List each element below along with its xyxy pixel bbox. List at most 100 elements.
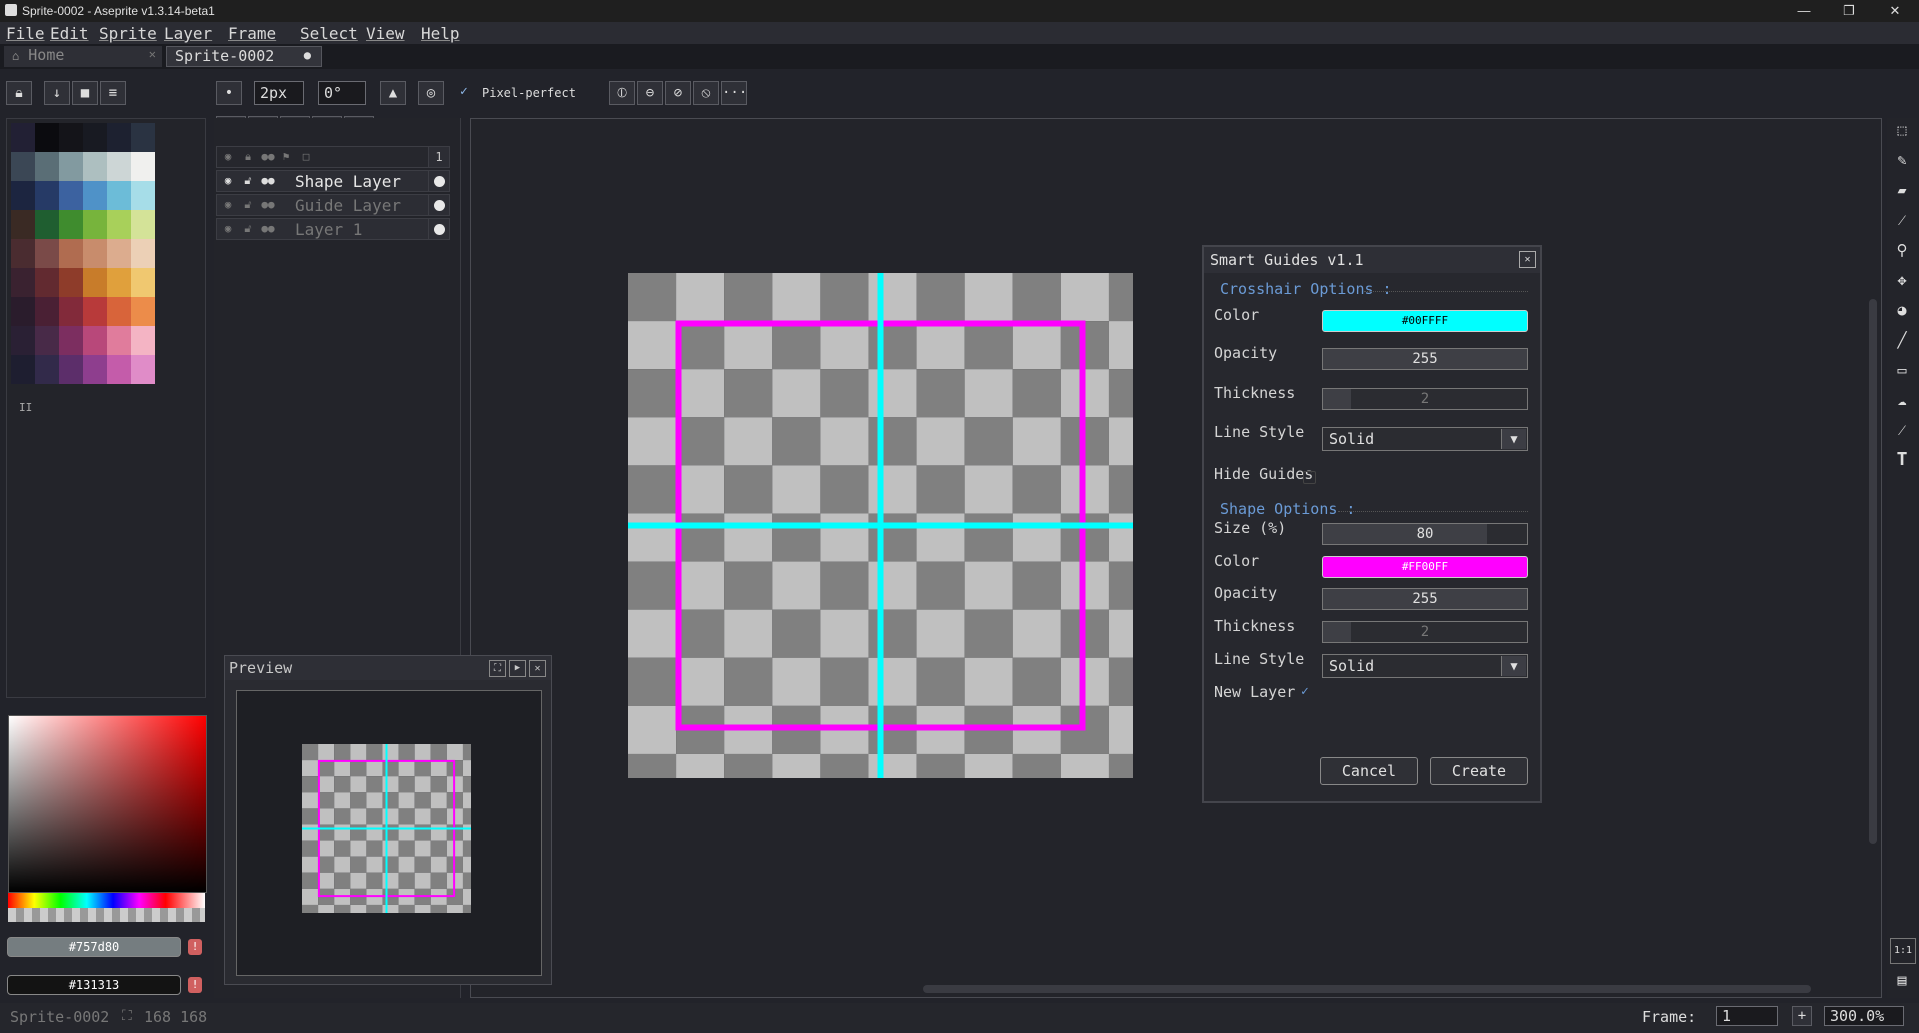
continuous-icon[interactable]: ●● <box>261 223 275 235</box>
alpha-bar[interactable] <box>8 908 205 922</box>
palette-swatch[interactable] <box>11 152 35 181</box>
menu-edit[interactable]: Edit <box>50 24 89 43</box>
crosshair-linestyle-select[interactable]: Solid ▼ <box>1322 427 1528 451</box>
eyedropper-tool-icon[interactable]: ⁄ <box>1890 208 1914 232</box>
palette-swatch[interactable] <box>131 210 155 239</box>
palette-swatch[interactable] <box>35 268 59 297</box>
move-tool-icon[interactable]: ✥ <box>1890 268 1914 292</box>
palette-swatch[interactable] <box>131 123 155 152</box>
palette-swatch[interactable] <box>83 297 107 326</box>
symmetry-diagonal-icon[interactable]: ⊘ <box>665 81 691 105</box>
cancel-button[interactable]: Cancel <box>1320 757 1418 785</box>
foreground-color-field[interactable]: #757d80 <box>7 937 181 957</box>
download-icon[interactable]: ↓ <box>44 81 70 105</box>
menu-sprite[interactable]: Sprite <box>99 24 157 43</box>
layer-row-guide[interactable]: ◉ 🔓︎ ●● Guide Layer <box>216 194 450 216</box>
frame-field[interactable]: 1 <box>1716 1006 1778 1026</box>
line-tool-icon[interactable]: ╱ <box>1890 328 1914 352</box>
brush-angle-field[interactable]: 0° <box>318 81 366 105</box>
symmetry-vertical-icon[interactable]: ⦶ <box>609 81 635 105</box>
continuous-icon[interactable]: ●● <box>261 175 275 187</box>
play-preview-icon[interactable]: ▶ <box>509 660 526 677</box>
palette-swatch[interactable] <box>107 268 131 297</box>
cel[interactable] <box>428 218 450 240</box>
dialog-close-button[interactable]: ✕ <box>1519 251 1536 268</box>
eraser-tool-icon[interactable]: ▰ <box>1890 178 1914 202</box>
palette-swatch[interactable] <box>35 355 59 384</box>
palette-swatch[interactable] <box>131 297 155 326</box>
visibility-header-icon[interactable]: ◉ <box>221 151 235 163</box>
frame-header[interactable]: 1 <box>428 146 450 168</box>
crosshair-opacity-slider[interactable]: 255 <box>1322 348 1528 370</box>
palette-swatch[interactable] <box>11 181 35 210</box>
palette-swatch[interactable] <box>59 355 83 384</box>
pixel-perfect-checkbox[interactable]: ✓ <box>460 84 468 99</box>
tab-home-close-icon[interactable]: ✕ <box>149 47 156 61</box>
minimize-button[interactable]: — <box>1781 0 1827 22</box>
shape-opacity-slider[interactable]: 255 <box>1322 588 1528 610</box>
lock-icon[interactable]: 🔒︎ <box>6 81 32 105</box>
cel[interactable] <box>428 194 450 216</box>
palette-swatch[interactable] <box>35 239 59 268</box>
palette-swatch[interactable] <box>107 152 131 181</box>
layer-row-shape[interactable]: ◉ 🔓︎ ●● Shape Layer <box>216 170 450 192</box>
hue-bar[interactable] <box>8 893 205 908</box>
palette-swatch[interactable] <box>131 152 155 181</box>
vertical-scrollbar[interactable] <box>1869 299 1877 844</box>
layer-row-layer1[interactable]: ◉ 🔓︎ ●● Layer 1 <box>216 218 450 240</box>
horizontal-scrollbar[interactable] <box>923 985 1811 993</box>
menu-help[interactable]: Help <box>421 24 460 43</box>
marquee-tool-icon[interactable]: ⬚ <box>1890 118 1914 142</box>
symmetry-anti-diagonal-icon[interactable]: ⦸ <box>693 81 719 105</box>
palette-swatch[interactable] <box>35 181 59 210</box>
eye-icon[interactable]: ◉ <box>221 175 235 187</box>
zoom-1to1-icon[interactable]: 1:1 <box>1890 938 1916 964</box>
menu-icon[interactable]: ≡ <box>100 81 126 105</box>
palette-swatch[interactable] <box>131 268 155 297</box>
palette-swatch[interactable] <box>35 210 59 239</box>
preview-titlebar[interactable]: Preview ⛶ ▶ ✕ <box>225 656 551 680</box>
shape-color-field[interactable]: #FF00FF <box>1322 556 1528 578</box>
palette-swatch[interactable] <box>107 123 131 152</box>
palette-swatch[interactable] <box>59 210 83 239</box>
eye-icon[interactable]: ◉ <box>221 223 235 235</box>
add-frame-button[interactable]: + <box>1792 1006 1812 1026</box>
rectangle-tool-icon[interactable]: ▭ <box>1890 358 1914 382</box>
blur-tool-icon[interactable]: ⁄ <box>1890 418 1914 442</box>
palette-swatch[interactable] <box>131 326 155 355</box>
lock-header-icon[interactable]: 🔒︎ <box>241 151 255 163</box>
palette-swatch[interactable] <box>11 268 35 297</box>
color-spectrum[interactable] <box>8 715 207 893</box>
brush-size-field[interactable]: 2px <box>254 81 304 105</box>
close-window-button[interactable]: ✕ <box>1872 0 1918 22</box>
close-preview-icon[interactable]: ✕ <box>529 660 546 677</box>
eye-icon[interactable]: ◉ <box>221 199 235 211</box>
palette-swatch[interactable] <box>131 239 155 268</box>
palette-swatch[interactable] <box>107 355 131 384</box>
palette-swatch[interactable] <box>35 123 59 152</box>
more-options-button[interactable]: ··· <box>721 81 747 105</box>
palette-swatch[interactable] <box>83 123 107 152</box>
tab-modified-dot-icon[interactable]: ● <box>304 48 311 62</box>
palette-swatch[interactable] <box>83 355 107 384</box>
zoom-tool-icon[interactable]: ⚲ <box>1890 238 1914 262</box>
lasso-tool-icon[interactable]: ☁ <box>1890 388 1914 412</box>
palette-swatch[interactable] <box>35 152 59 181</box>
menu-frame[interactable]: Frame <box>228 24 276 43</box>
menu-file[interactable]: File <box>6 24 45 43</box>
new-layer-header-icon[interactable]: □ <box>299 151 313 163</box>
palette-swatch[interactable] <box>107 297 131 326</box>
crosshair-thickness-slider[interactable]: 2 <box>1322 388 1528 410</box>
palette-swatch[interactable] <box>59 326 83 355</box>
palette-swatch[interactable] <box>11 123 35 152</box>
palette-swatch[interactable] <box>83 239 107 268</box>
palette-swatch[interactable] <box>83 152 107 181</box>
palette-swatch[interactable] <box>59 152 83 181</box>
continuous-header-icon[interactable]: ●● <box>261 151 275 163</box>
palette-resize-handle-icon[interactable]: II <box>19 401 32 414</box>
maximize-button[interactable]: ❐ <box>1826 0 1872 22</box>
tab-sprite[interactable]: Sprite-0002 ● <box>166 46 322 67</box>
bg-warning-icon[interactable]: ! <box>188 977 202 993</box>
palette-swatch[interactable] <box>83 326 107 355</box>
palette-swatch[interactable] <box>59 181 83 210</box>
